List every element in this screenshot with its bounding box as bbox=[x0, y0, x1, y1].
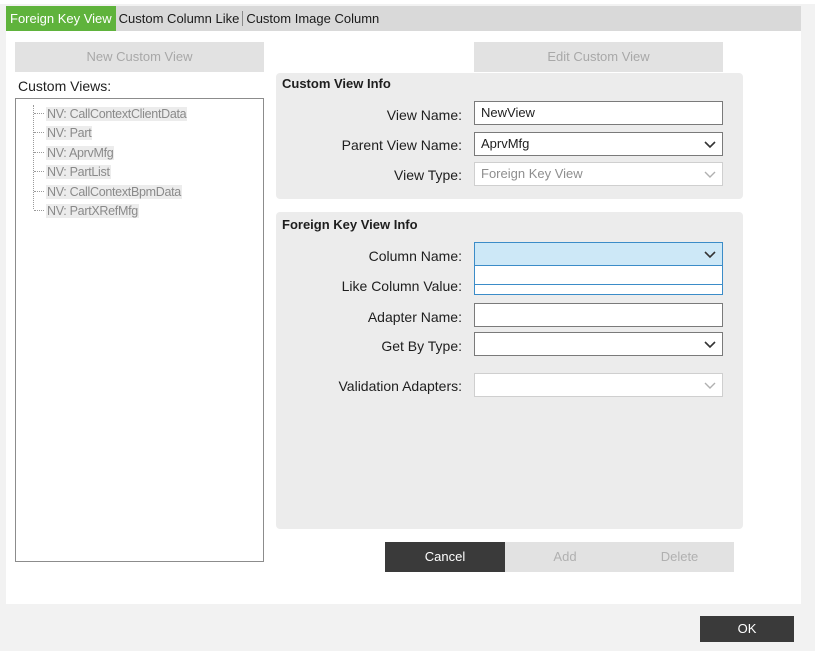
parent-view-name-select[interactable]: AprvMfg bbox=[474, 132, 723, 156]
tree-item-label: NV: AprvMfg bbox=[46, 145, 115, 160]
edit-custom-view-button[interactable]: Edit Custom View bbox=[474, 42, 723, 72]
tree-item-label: NV: CallContextClientData bbox=[46, 106, 188, 121]
chevron-down-icon[interactable] bbox=[703, 137, 717, 151]
view-type-value: Foreign Key View bbox=[481, 166, 583, 181]
adapter-name-label: Adapter Name: bbox=[367, 309, 462, 325]
tree-item[interactable]: NV: PartList bbox=[34, 162, 111, 181]
tree-item[interactable]: NV: AprvMfg bbox=[34, 143, 115, 162]
new-custom-view-button[interactable]: New Custom View bbox=[15, 42, 264, 72]
chevron-down-icon bbox=[704, 382, 716, 389]
tab-foreign-key-view[interactable]: Foreign Key View bbox=[6, 6, 116, 31]
foreign-key-view-info-title: Foreign Key View Info bbox=[282, 217, 418, 232]
chevron-down-icon[interactable] bbox=[703, 337, 717, 351]
get-by-type-label: Get By Type: bbox=[381, 338, 462, 354]
dropdown-separator bbox=[475, 284, 722, 285]
tree-item[interactable]: NV: CallContextClientData bbox=[34, 104, 188, 123]
window-top-edge bbox=[0, 0, 815, 4]
get-by-type-select[interactable] bbox=[474, 332, 723, 356]
chevron-down-icon bbox=[704, 171, 716, 178]
tab-bar: Foreign Key View Custom Column Like Cust… bbox=[6, 6, 801, 31]
parent-view-name-label: Parent View Name: bbox=[341, 137, 462, 153]
column-name-select[interactable] bbox=[474, 242, 723, 266]
view-type-label: View Type: bbox=[394, 167, 462, 183]
column-name-dropdown-list[interactable] bbox=[474, 266, 723, 295]
parent-view-name-value: AprvMfg bbox=[481, 136, 530, 151]
custom-view-info-title: Custom View Info bbox=[282, 76, 391, 91]
column-name-label: Column Name: bbox=[368, 248, 462, 264]
chevron-down-icon[interactable] bbox=[703, 247, 717, 261]
add-button[interactable]: Add bbox=[505, 542, 625, 572]
tree-item[interactable]: NV: PartXRefMfg bbox=[34, 201, 139, 220]
custom-views-tree[interactable]: NV: CallContextClientData NV: Part NV: A… bbox=[15, 98, 264, 562]
tab-custom-column-like[interactable]: Custom Column Like bbox=[116, 6, 243, 31]
validation-adapters-select bbox=[474, 373, 723, 397]
ok-button[interactable]: OK bbox=[700, 616, 794, 642]
validation-adapters-label: Validation Adapters: bbox=[338, 378, 463, 394]
tree-item-label: NV: Part bbox=[46, 125, 93, 140]
adapter-name-input[interactable] bbox=[474, 303, 723, 327]
tab-custom-image-column[interactable]: Custom Image Column bbox=[243, 6, 382, 31]
tree-item-label: NV: PartList bbox=[46, 164, 111, 179]
tree-item-label: NV: PartXRefMfg bbox=[46, 203, 139, 218]
custom-views-label: Custom Views: bbox=[18, 78, 112, 94]
like-column-value-label: Like Column Value: bbox=[341, 278, 462, 294]
tree-item[interactable]: NV: CallContextBpmData bbox=[34, 182, 182, 201]
delete-button[interactable]: Delete bbox=[625, 542, 734, 572]
tree-item-label: NV: CallContextBpmData bbox=[46, 184, 182, 199]
tree-item[interactable]: NV: Part bbox=[34, 123, 93, 142]
view-type-select: Foreign Key View bbox=[474, 162, 723, 186]
cancel-button[interactable]: Cancel bbox=[385, 542, 505, 572]
view-name-label: View Name: bbox=[386, 107, 462, 123]
view-name-input[interactable]: NewView bbox=[474, 101, 723, 125]
